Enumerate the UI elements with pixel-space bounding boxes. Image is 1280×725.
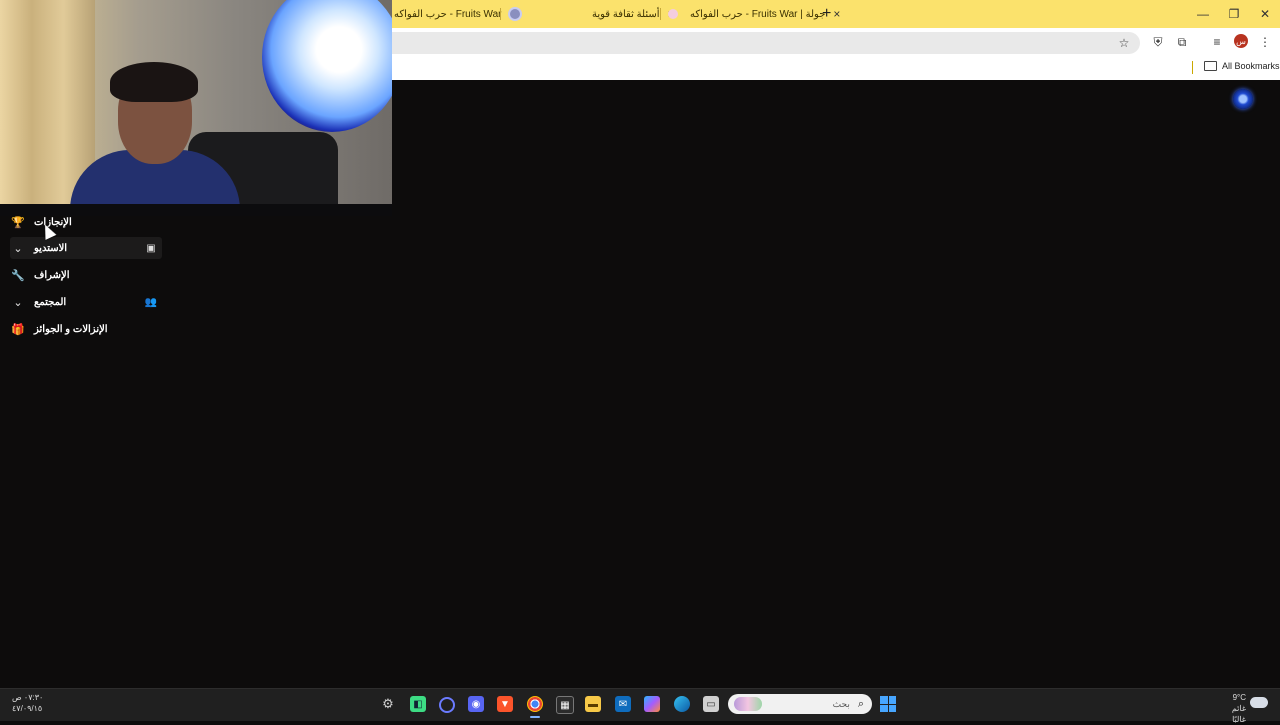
sidebar-item-label: الإنزالات و الجوائز [34,323,108,335]
clock-time: ٠٧:٣٠ ص [12,693,44,702]
windows-start-icon[interactable] [880,696,896,712]
outlook-icon[interactable]: ✉ [615,696,631,712]
tab-fruits-war-round[interactable]: حرب الفواكه - Fruits War | جولة × [668,0,840,28]
search-icon: ⌕ [857,697,864,710]
active-app-indicator [530,716,540,718]
system-clock[interactable]: ٠٧:٣٠ ص ٤٧/٠٩/١٥ [12,692,43,714]
weather-widget[interactable]: 9°C غائم غالبًا [1216,692,1246,725]
brave-icon[interactable]: ▼ [497,696,513,712]
all-bookmarks-label: All Bookmarks [1222,61,1280,71]
edge-icon[interactable] [674,696,690,712]
sidebar-item-studio[interactable]: ⌄ الاستديو ▣ [10,237,162,259]
file-explorer-icon[interactable]: ▬ [585,696,601,712]
chevron-down-icon[interactable]: ⌄ [10,240,26,256]
close-window-icon[interactable]: ✕ [1250,0,1280,28]
tab-fruits-war[interactable]: حرب الفواكه - Fruits War × [394,0,516,28]
tab-close-icon[interactable]: × [833,7,840,21]
settings-icon[interactable]: ⚙ [380,696,396,712]
tab-favicon-icon [508,7,522,21]
tab-culture-questions[interactable]: أسئلة ثقافة قوية × [508,0,675,28]
taskbar-search[interactable]: بحث ⌕ [728,694,872,714]
cortana-icon[interactable] [439,697,455,713]
copilot-icon[interactable] [644,696,660,712]
tab-divider [660,8,661,20]
tab-favicon-icon [668,9,678,19]
weather-desc: غائم غالبًا [1231,704,1246,724]
maximize-icon[interactable]: ❐ [1219,0,1249,28]
bookmarks-divider [1192,61,1193,74]
window-icon[interactable]: ▭ [703,696,719,712]
cloud-icon [1250,697,1268,708]
bookmark-star-icon[interactable]: ☆ [1116,35,1132,51]
studio-icon: ▣ [146,242,156,254]
webcam-lamp [262,0,392,132]
chevron-down-icon[interactable]: ⌄ [10,294,26,310]
media-control-icon[interactable]: ≡ [1209,34,1225,50]
sidebar-item-achievements[interactable]: 🏆 الإنجازات [10,211,162,233]
address-bar[interactable]: ☆ [392,32,1140,54]
profile-avatar[interactable]: س [1234,34,1248,48]
discord-icon[interactable]: ◉ [468,696,484,712]
new-tab-button[interactable]: + [822,5,831,23]
webcam-person-hair [110,62,198,102]
chrome-icon[interactable] [527,696,543,712]
search-highlight-image [734,697,762,711]
gifts-icon: 🎁 [11,323,25,336]
group-add-icon: 👥 [144,296,158,308]
site-logo-icon[interactable] [1233,89,1253,109]
search-placeholder: بحث [832,698,850,709]
weather-temp: 9°C [1232,693,1246,702]
tab-title: حرب الفواكه - Fruits War [394,8,502,20]
folder-icon [1204,61,1217,71]
sidebar-item-community[interactable]: ⌄ المجتمع 👥 [10,291,162,313]
android-studio-icon[interactable]: ◧ [410,696,426,712]
extension-shield-icon[interactable]: ⛨ [1150,34,1166,50]
all-bookmarks-button[interactable]: All Bookmarks [1204,61,1280,71]
minimize-icon[interactable]: — [1188,0,1218,28]
store-icon[interactable]: ▦ [556,696,574,714]
sidebar-item-label: الاستديو [34,242,68,254]
sidebar-item-label: المجتمع [34,296,67,308]
windows-taskbar: ٠٧:٣٠ ص ٤٧/٠٩/١٥ ⚙ ◧ ◉ ▼ ▦ ▬ ✉ ▭ بحث ⌕ 9… [0,688,1280,724]
tab-title: أسئلة ثقافة قوية [592,8,660,20]
webcam-overlay [0,0,392,216]
extensions-puzzle-icon[interactable]: ⧉ [1174,34,1190,50]
menu-kebab-icon[interactable]: ⋮ [1257,34,1273,50]
sidebar-item-label: الإشراف [34,269,70,281]
trophy-icon: 🏆 [11,216,25,229]
wrench-icon: 🔧 [11,269,25,282]
sidebar-item-drops-rewards[interactable]: 🎁 الإنزالات و الجوائز [10,318,162,340]
tab-title: حرب الفواكه - Fruits War | جولة [690,8,826,20]
tab-divider [500,8,501,20]
sidebar-item-moderation[interactable]: 🔧 الإشراف [10,264,162,286]
clock-date: ٤٧/٠٩/١٥ [12,704,43,713]
